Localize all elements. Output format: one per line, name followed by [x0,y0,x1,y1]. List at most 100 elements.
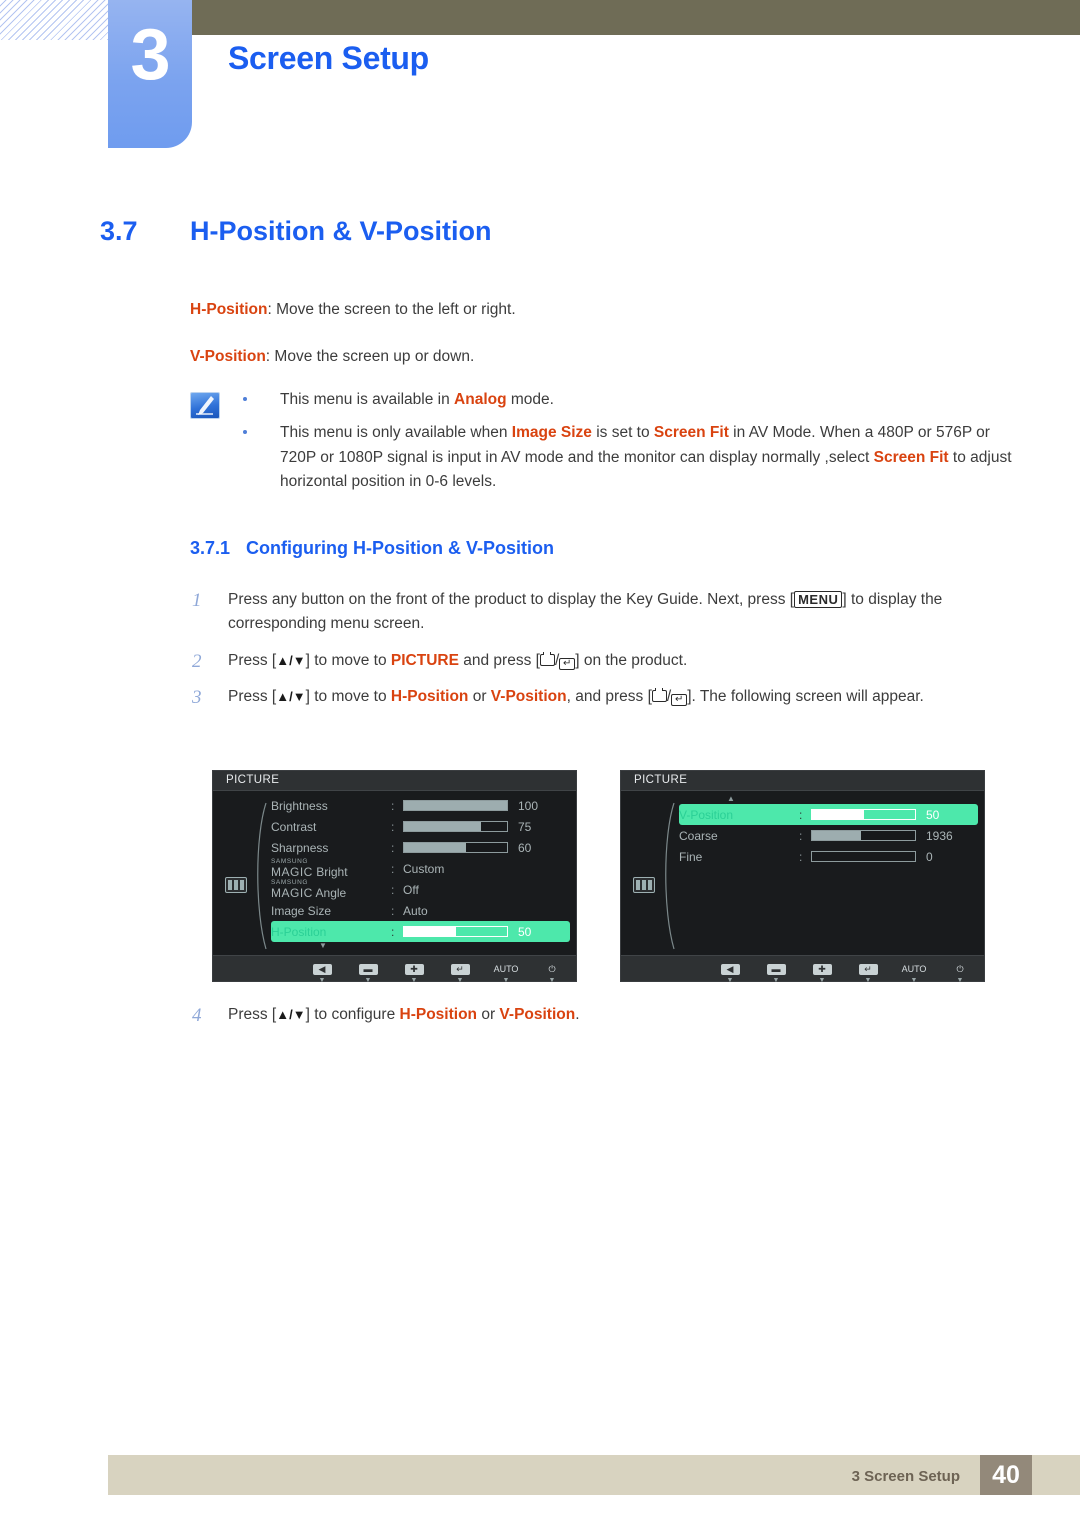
osd-button-minus[interactable]: ▬ ▼ [762,959,790,985]
caret-icon: ▼ [956,977,964,984]
osd-slider[interactable] [811,809,916,820]
osd-button-auto[interactable]: AUTO ▼ [492,959,520,985]
step-3-part-a: Press [ [228,688,277,706]
osd-row-coarse[interactable]: Coarse : 1936 [679,825,978,846]
osd-colon: : [799,849,803,864]
updown-arrows-glyph: ▲/▼ [276,1007,306,1022]
osd-scroll-indicator-down: ▼ [319,941,327,950]
term-picture: PICTURE [390,651,459,669]
osd-button-power[interactable]: ⏻ ▼ [946,959,974,985]
osd-slider[interactable] [403,842,508,853]
magic-suffix: Bright [316,864,348,879]
osd-row-value: Custom [403,861,445,876]
osd-left-footer: ◀ ▼ ▬ ▼ ✚ ▼ ↵ ▼ AUTO ▼ ⏻ ▼ [213,955,576,984]
source-box-icon [539,651,555,666]
osd-button-auto[interactable]: AUTO ▼ [900,959,928,985]
osd-button-plus[interactable]: ✚ ▼ [808,959,836,985]
step-4-part-a: Press [ [228,1006,277,1023]
osd-colon: : [799,828,803,843]
osd-left-title: PICTURE [213,771,576,791]
auto-label: AUTO [493,964,519,974]
magic-suffix: Angle [315,885,347,900]
step-number: 3 [192,687,202,709]
term-v-position: V-Position [499,1006,576,1023]
step-2-text: Press [▲/▼] to move to PICTURE and press… [228,651,687,670]
chapter-number: 3 [130,15,170,95]
osd-colon: : [391,882,395,897]
osd-colon: : [391,819,395,834]
osd-colon: : [391,840,395,855]
osd-value-wrap: 0 [811,850,978,864]
osd-slider[interactable] [811,851,916,862]
osd-button-back[interactable]: ◀ ▼ [716,959,744,985]
intro-line-1-rest: : Move the screen to the left or right. [267,301,516,318]
osd-right-curve-decoration [665,802,675,950]
note-2-pre: This menu is only available when [280,424,512,442]
osd-row-contrast[interactable]: Contrast : 75 [271,816,570,837]
osd-row-magicbright[interactable]: SAMSUNG MAGIC Bright : Custom [271,858,570,879]
osd-row-label: SAMSUNG MAGIC Bright [271,859,391,878]
term-screen-fit-2: Screen Fit [873,448,949,466]
osd-left-curve-decoration [257,802,267,950]
updown-arrows-glyph: ▲/▼ [276,652,306,668]
intro-line-v-position: V-Position: Move the screen up or down. [190,345,474,368]
osd-row-fine[interactable]: Fine : 0 [679,846,978,867]
note-2-mid1: is set to [591,424,654,442]
back-arrow-icon: ◀ [312,964,332,975]
osd-row-label: V-Position [679,807,734,822]
list-item: This menu is available in Analog mode. [238,388,1013,412]
osd-row-value: Auto [403,903,428,918]
osd-colon: : [799,807,803,822]
osd-row-value: Off [403,882,419,897]
osd-slider[interactable] [811,830,916,841]
subsection-title: Configuring H-Position & V-Position [246,538,554,558]
osd-button-plus[interactable]: ✚ ▼ [400,959,428,985]
osd-button-minus[interactable]: ▬ ▼ [354,959,382,985]
osd-colon: : [391,924,395,939]
osd-row-brightness[interactable]: Brightness : 100 [271,795,570,816]
osd-right-title: PICTURE [621,771,984,791]
note-pen-glyph [196,396,214,415]
osd-button-power[interactable]: ⏻ ▼ [538,959,566,985]
caret-icon: ▼ [410,977,418,984]
osd-button-back[interactable]: ◀ ▼ [308,959,336,985]
step-3-part-d: ]. The following screen will appear. [687,688,924,706]
osd-row-image-size[interactable]: Image Size : Auto [271,900,570,921]
list-item: 2 Press [▲/▼] to move to PICTURE and pre… [190,649,1008,673]
step-4-text: Press [▲/▼] to configure H-Position or V… [228,1006,580,1023]
osd-row-v-position[interactable]: V-Position : 50 [679,804,978,825]
list-item: 4 Press [▲/▼] to configure H-Position or… [190,1003,1008,1027]
subsection-number: 3.7.1 [190,538,231,558]
osd-row-sharpness[interactable]: Sharpness : 60 [271,837,570,858]
power-icon: ⏻ [956,964,964,974]
osd-value-wrap: 1936 [811,829,978,843]
osd-colon: : [391,903,395,918]
osd-right-footer: ◀ ▼ ▬ ▼ ✚ ▼ ↵ ▼ AUTO ▼ ⏻ ▼ [621,955,984,984]
osd-row-label: Fine [679,849,703,864]
osd-slider[interactable] [403,926,508,937]
osd-row-label: Contrast [271,819,317,834]
osd-row-h-position[interactable]: H-Position : 50 [271,921,570,942]
step-4-or: or [477,1006,500,1023]
osd-row-magicangle[interactable]: SAMSUNG MAGIC Angle : Off [271,879,570,900]
steps-list: 1 Press any button on the front of the p… [190,588,1008,722]
term-h-position: H-Position [190,301,268,318]
osd-row-label: SAMSUNG MAGIC Angle [271,880,391,899]
auto-label: AUTO [901,964,927,974]
step-2-part-c: and press [ [458,651,540,669]
osd-button-enter[interactable]: ↵ ▼ [854,959,882,985]
osd-colon: : [391,798,395,813]
step-number: 1 [192,590,202,611]
list-item: This menu is only available when Image S… [238,421,1013,494]
osd-slider[interactable] [403,800,508,811]
osd-row-value: 50 [518,924,532,939]
osd-button-enter[interactable]: ↵ ▼ [446,959,474,985]
step-3-part-c: , and press [ [566,688,652,706]
enter-icon: ↵ [858,964,878,975]
osd-slider[interactable] [403,821,508,832]
power-icon: ⏻ [548,964,556,974]
plus-icon: ✚ [812,964,832,975]
enter-icon: ↵ [450,964,470,975]
term-analog: Analog [454,391,507,408]
osd-value-wrap: 50 [403,925,570,939]
